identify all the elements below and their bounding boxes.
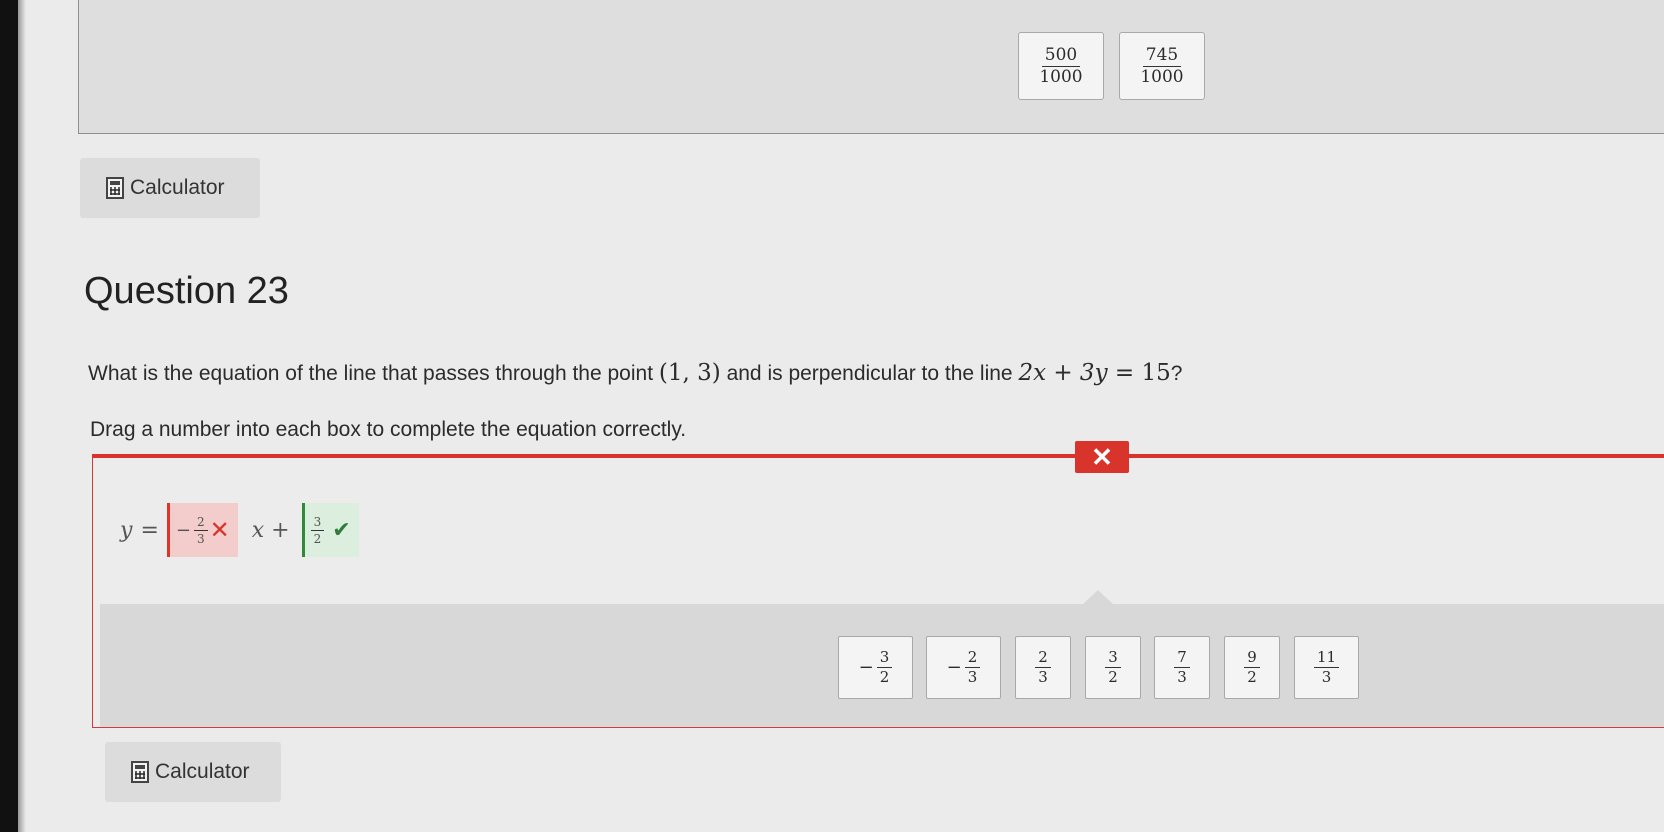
equation: y = − 2 3 ✕ x + 3 2 ✔	[120, 502, 359, 558]
intercept-fraction: 3 2	[310, 516, 325, 545]
answer-tile-2[interactable]: 745 1000	[1119, 32, 1205, 100]
incorrect-badge: ✕	[1075, 441, 1129, 473]
choice-tile[interactable]: 73	[1154, 636, 1210, 699]
calculator-button[interactable]: Calculator	[80, 158, 260, 218]
line-equation-lhs: 2x + 3y	[1018, 360, 1108, 386]
calculator-icon	[106, 177, 124, 199]
calculator-icon	[131, 761, 149, 783]
close-icon: ✕	[1091, 441, 1113, 472]
previous-answer-panel	[78, 0, 1664, 134]
question-text: What is the equation of the line that pa…	[88, 360, 1183, 386]
calculator-button-bottom[interactable]: Calculator	[105, 742, 281, 802]
choice-tile[interactable]: 92	[1224, 636, 1280, 699]
choice-tile[interactable]: 11 3	[1294, 636, 1359, 699]
answer-tile-1[interactable]: 500 1000	[1018, 32, 1104, 100]
calculator-label: Calculator	[130, 176, 225, 199]
fraction: 745 1000	[1140, 44, 1184, 87]
calculator-label: Calculator	[155, 760, 250, 783]
incorrect-x-icon: ✕	[209, 516, 230, 544]
point-coordinates: (1, 3)	[658, 360, 721, 386]
choice-tile[interactable]: − 23	[926, 636, 1001, 699]
screen-bezel	[0, 0, 26, 832]
equation-x-plus: x +	[251, 517, 290, 543]
question-instruction: Drag a number into each box to complete …	[90, 418, 687, 441]
slope-fraction: 2 3	[193, 516, 208, 545]
choice-tile[interactable]: − 32	[838, 636, 913, 699]
choice-tile[interactable]: 23	[1015, 636, 1071, 699]
choice-tile[interactable]: 32	[1085, 636, 1141, 699]
intercept-drop-box[interactable]: 3 2 ✔	[301, 503, 359, 557]
equation-y: y	[120, 517, 133, 543]
fraction: 500 1000	[1039, 44, 1083, 87]
equation-equals: =	[140, 517, 159, 543]
correct-check-icon: ✔	[332, 517, 351, 543]
line-equation-rhs: = 15	[1107, 360, 1171, 386]
question-title: Question 23	[84, 270, 289, 312]
tray-pointer	[1082, 590, 1114, 605]
slope-drop-box[interactable]: − 2 3 ✕	[166, 503, 238, 557]
